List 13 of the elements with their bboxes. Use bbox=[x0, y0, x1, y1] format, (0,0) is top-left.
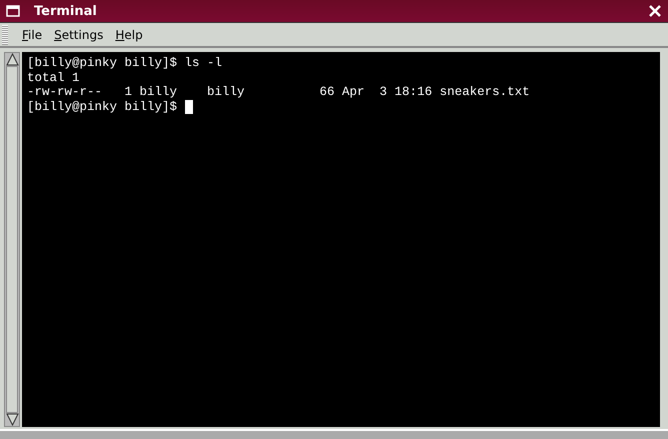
menu-item[interactable]: Settings bbox=[48, 28, 110, 42]
window-menu-icon[interactable] bbox=[6, 5, 20, 17]
terminal-line: -rw-rw-r-- 1 billy billy 66 Apr 3 18:16 sneakers.txt bbox=[27, 85, 530, 100]
window-title: Terminal bbox=[34, 4, 98, 18]
grip-handle[interactable] bbox=[2, 24, 8, 44]
scrollbar[interactable] bbox=[4, 52, 20, 427]
terminal-screen[interactable]: [billy@pinky billy]$ ls -l total 1 -rw-rw-r-- 1 billy billy 66 Apr 3 18:16 sneakers.txt [billy@pinky billy]$ bbox=[22, 52, 660, 427]
menu-item[interactable]: File bbox=[16, 28, 48, 42]
terminal-line: total 1 bbox=[27, 70, 80, 86]
close-icon[interactable] bbox=[648, 4, 662, 18]
terminal-line: [billy@pinky billy]$ bbox=[27, 100, 178, 115]
terminal-line: [billy@pinky billy]$ ls -l bbox=[27, 56, 222, 71]
menu-item[interactable]: Help bbox=[109, 28, 149, 42]
